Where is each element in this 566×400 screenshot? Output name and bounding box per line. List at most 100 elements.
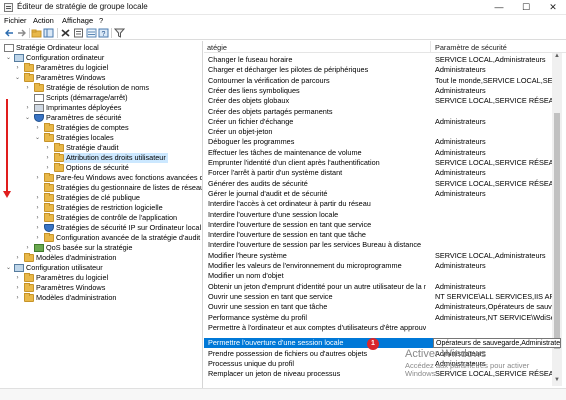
filter-icon[interactable] — [114, 28, 125, 38]
expander-icon[interactable]: › — [44, 143, 51, 153]
user-config-icon — [14, 264, 24, 272]
expander-icon[interactable]: › — [34, 123, 41, 133]
policy-setting: Administrateurs — [435, 168, 486, 178]
tree-item-label: Paramètres Windows — [36, 73, 106, 82]
expander-icon[interactable]: › — [34, 233, 41, 243]
scroll-up-icon[interactable]: ▲ — [554, 53, 560, 59]
expander-icon[interactable]: › — [14, 283, 21, 293]
activation-watermark-subtitle: Accédez aux paramètres pour activer Wind… — [405, 362, 529, 378]
table-row[interactable]: Interdire l'ouverture de session par les… — [204, 240, 552, 250]
table-row[interactable]: Interdire l'ouverture d'une session loca… — [204, 210, 552, 220]
gpedit-app-icon — [4, 3, 13, 12]
table-row[interactable]: Interdire l'accès à cet ordinateur à par… — [204, 199, 552, 209]
expander-icon[interactable]: ⌄ — [5, 263, 12, 273]
tree-item-label: Paramètres de sécurité — [46, 113, 122, 122]
column-divider[interactable] — [430, 41, 431, 53]
expander-icon[interactable]: › — [34, 203, 41, 213]
menu-fichier[interactable]: Fichier — [4, 16, 27, 25]
column-header-setting[interactable]: Paramètre de sécurité — [435, 43, 507, 52]
table-row[interactable]: Modifier l'heure système SERVICE LOCAL,Ad… — [204, 251, 552, 261]
table-row[interactable]: Effectuer les tâches de maintenance de v… — [204, 148, 552, 158]
tree-item-label: Modèles d'administration — [36, 253, 117, 262]
table-row[interactable]: Créer un fichier d'échange Administrateur… — [204, 117, 552, 127]
expander-icon[interactable]: › — [24, 243, 31, 253]
expander-icon[interactable]: › — [14, 293, 21, 303]
maximize-button[interactable]: ☐ — [513, 0, 539, 15]
back-arrow-icon[interactable] — [4, 28, 15, 38]
expander-icon[interactable]: ⌄ — [34, 133, 41, 143]
close-button[interactable]: ✕ — [540, 0, 566, 15]
console-tree-icon[interactable] — [43, 28, 54, 38]
vertical-scrollbar[interactable]: ▲ ▼ — [552, 53, 562, 386]
table-row[interactable]: Déboguer les programmes Administrateurs — [204, 137, 552, 147]
folder-icon — [44, 123, 54, 132]
table-row[interactable]: Contourner la vérification de parcours To… — [204, 76, 552, 86]
table-row[interactable]: Changer le fuseau horaire SERVICE LOCAL,A… — [204, 55, 552, 65]
expander-icon[interactable]: › — [24, 83, 31, 93]
table-row[interactable]: Obtenir un jeton d'emprunt d'identité po… — [204, 282, 552, 292]
toolbar-separator — [111, 28, 112, 38]
table-row[interactable]: Modifier les valeurs de l'environnement … — [204, 261, 552, 271]
menu-action[interactable]: Action — [33, 16, 54, 25]
expander-icon[interactable]: › — [44, 163, 51, 173]
expander-icon[interactable]: ⌄ — [14, 73, 21, 83]
expander-icon[interactable]: › — [14, 63, 21, 73]
table-row[interactable]: Créer des objets globaux SERVICE LOCAL,SE… — [204, 96, 552, 106]
table-row[interactable]: Interdire l'ouverture de session en tant… — [204, 220, 552, 230]
table-row[interactable]: Générer des audits de sécurité SERVICE LO… — [204, 179, 552, 189]
table-row[interactable]: Emprunter l'identité d'un client après l… — [204, 158, 552, 168]
expander-icon[interactable]: › — [34, 193, 41, 203]
export-list-icon[interactable] — [86, 28, 97, 38]
policy-name: Remplacer un jeton de niveau processus — [208, 369, 341, 379]
table-row[interactable]: Gérer le journal d'audit et de sécurité A… — [204, 189, 552, 199]
table-row[interactable]: Créer des liens symboliques Administrateu… — [204, 86, 552, 96]
folder-icon — [34, 83, 44, 92]
table-row[interactable]: Ouvrir une session en tant que tâche Admi… — [204, 302, 552, 312]
menu-affichage[interactable]: Affichage — [62, 16, 93, 25]
tree-item-label: Stratégies de sécurité IP sur Ordinateur… — [56, 223, 202, 232]
table-row[interactable]: Créer des objets partagés permanents — [204, 107, 552, 117]
expander-icon[interactable]: › — [34, 213, 41, 223]
expander-icon[interactable]: › — [34, 223, 41, 233]
table-row[interactable]: Ouvrir une session en tant que service NT… — [204, 292, 552, 302]
tree-item-label: Paramètres du logiciel — [36, 63, 109, 72]
policy-name: Charger et décharger les pilotes de péri… — [208, 65, 369, 75]
table-row[interactable]: Prendre possession de fichiers ou d'autr… — [204, 349, 552, 359]
expander-icon[interactable]: › — [14, 273, 21, 283]
scrollbar-thumb[interactable] — [554, 113, 560, 349]
table-row[interactable]: Charger et décharger les pilotes de péri… — [204, 65, 552, 75]
table-row[interactable]: Permettre à l'ordinateur et aux comptes … — [204, 323, 552, 333]
expander-icon[interactable]: › — [14, 253, 21, 263]
delete-icon[interactable] — [60, 28, 71, 38]
expander-icon[interactable]: › — [44, 153, 51, 163]
minimize-button[interactable]: — — [486, 0, 512, 15]
table-row[interactable]: Performance système du profil Administrat… — [204, 313, 552, 323]
policy-name: Ouvrir une session en tant que service — [208, 291, 333, 301]
menu-bar: Fichier Action Affichage ? — [0, 15, 566, 26]
expander-icon[interactable]: ⌄ — [24, 113, 31, 123]
menu-help[interactable]: ? — [99, 16, 103, 25]
folder-icon — [54, 163, 64, 172]
forward-arrow-icon[interactable] — [16, 28, 27, 38]
table-row[interactable]: Interdire l'ouverture de session en tant… — [204, 230, 552, 240]
tree-item-label: Configuration utilisateur — [26, 263, 103, 272]
policy-setting: Administrateurs — [435, 188, 486, 198]
properties-icon[interactable] — [73, 28, 84, 38]
table-row-selected[interactable]: Permettre l'ouverture d'une session loca… — [204, 338, 434, 348]
column-header-policy[interactable]: atégie — [207, 43, 227, 52]
policy-name: Créer des objets globaux — [208, 96, 290, 106]
table-row[interactable]: Forcer l'arrêt à partir d'un système dis… — [204, 168, 552, 178]
table-row[interactable]: Créer un objet-jeton — [204, 127, 552, 137]
watermark-line: Windows. — [405, 369, 438, 378]
tree-item-label: Stratégies du gestionnaire de listes de … — [56, 183, 203, 192]
expander-icon[interactable]: › — [34, 173, 41, 183]
expander-icon[interactable]: ⌄ — [5, 53, 12, 63]
scroll-down-icon[interactable]: ▼ — [554, 377, 560, 383]
folder-icon — [44, 173, 54, 182]
help-icon[interactable]: ? — [98, 28, 109, 38]
toolbar-separator — [29, 28, 30, 38]
expander-icon[interactable]: › — [24, 103, 31, 113]
folder-icon[interactable] — [31, 28, 42, 38]
policy-setting: Administrateurs,Opérateurs de sauve... — [435, 302, 552, 312]
table-row[interactable]: Modifier un nom d'objet — [204, 271, 552, 281]
